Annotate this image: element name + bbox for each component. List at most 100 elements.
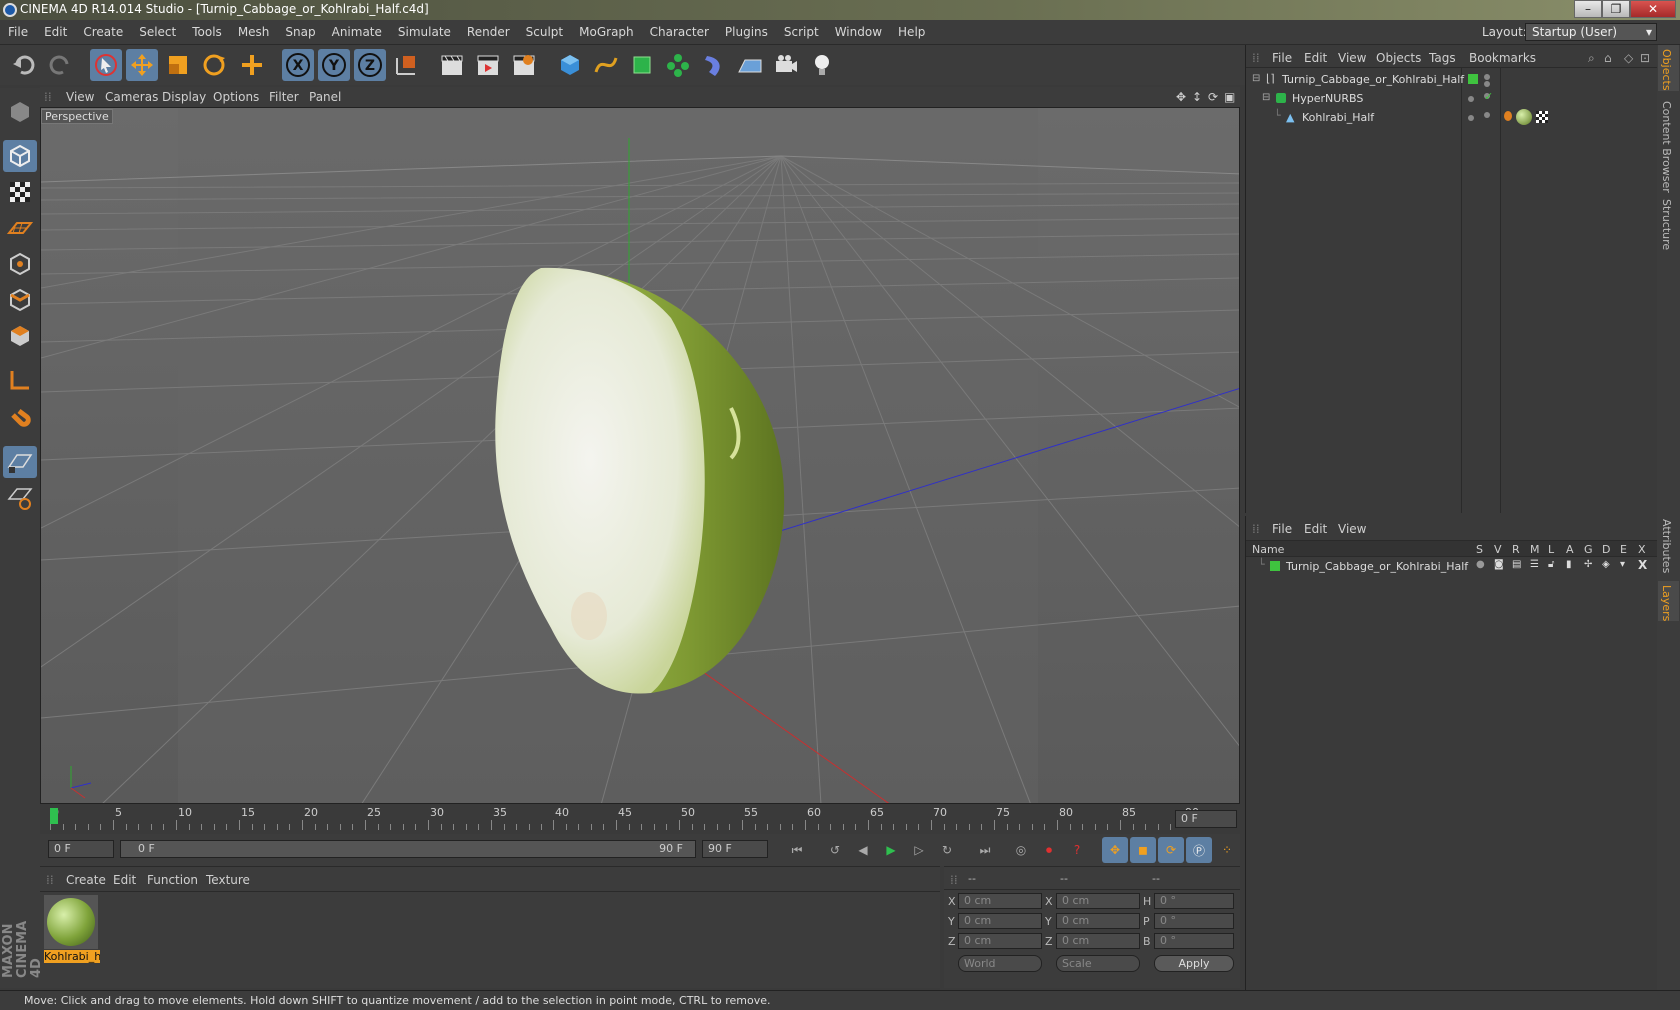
close-button[interactable]: ✕ <box>1630 0 1676 18</box>
current-frame-field[interactable]: 0 F <box>1175 810 1237 828</box>
menu-window[interactable]: Window <box>827 20 890 45</box>
pos-z-field[interactable]: 0 cm <box>958 933 1042 949</box>
layer-menu-file[interactable]: File <box>1272 522 1292 536</box>
size-x-field[interactable]: 0 cm <box>1056 893 1140 909</box>
viewport-menu-filter[interactable]: Filter <box>269 90 299 104</box>
x-axis-lock-button[interactable]: X <box>282 49 314 81</box>
make-editable-button[interactable] <box>3 96 37 128</box>
object-menu-bookmarks[interactable]: Bookmarks <box>1469 51 1536 65</box>
key-rotation-button[interactable]: ⟳ <box>1158 837 1184 863</box>
render-picture-viewer-button[interactable] <box>472 49 504 81</box>
expressions-column[interactable]: E <box>1620 543 1627 556</box>
end-frame-field[interactable]: 90 F <box>702 840 768 858</box>
world-select[interactable]: World <box>958 955 1042 972</box>
workplane-mode-button[interactable] <box>3 212 37 244</box>
cube-primitive-button[interactable] <box>554 49 586 81</box>
checkmark-icon[interactable]: ✓ <box>1484 90 1493 103</box>
viewport-pan-icon[interactable]: ✥ <box>1176 90 1186 104</box>
object-row[interactable]: ⊟ HyperNURBS ✓ <box>1246 90 1658 109</box>
key-scale-button[interactable]: ◼ <box>1130 837 1156 863</box>
tab-structure[interactable]: Structure <box>1660 199 1673 250</box>
live-selection-button[interactable] <box>90 49 122 81</box>
next-key-button[interactable]: ↻ <box>934 837 960 863</box>
material-menu-edit[interactable]: Edit <box>113 873 136 887</box>
object-menu-objects[interactable]: Objects <box>1376 51 1421 65</box>
material-menu-texture[interactable]: Texture <box>206 873 250 887</box>
mograph-cloner-button[interactable] <box>662 49 694 81</box>
add-object-button[interactable] <box>236 49 268 81</box>
layer-menu-edit[interactable]: Edit <box>1304 522 1327 536</box>
scale-tool-button[interactable] <box>162 49 194 81</box>
layer-row[interactable]: └ Turnip_Cabbage_or_Kohlrabi_Half ● ◙ ▤ … <box>1246 558 1658 577</box>
light-button[interactable] <box>806 49 838 81</box>
object-row[interactable]: ⊟ ⌊⌉ Turnip_Cabbage_or_Kohlrabi_Half <box>1246 71 1658 90</box>
viewport-zoom-icon[interactable]: ↕ <box>1192 90 1202 104</box>
layout-select[interactable]: Startup (User) ▾ <box>1525 23 1657 41</box>
deformer-icon[interactable]: ◈ <box>1602 559 1610 570</box>
size-y-field[interactable]: 0 cm <box>1056 913 1140 929</box>
animation-icon[interactable]: ▮ <box>1566 559 1572 570</box>
manager-column[interactable]: M <box>1530 543 1540 556</box>
material-swatch[interactable]: Kohlrabi_h <box>42 893 100 963</box>
layer-color-swatch[interactable] <box>1270 561 1280 571</box>
edges-mode-button[interactable] <box>3 284 37 316</box>
manager-icon[interactable]: ☰ <box>1530 559 1539 570</box>
menu-simulate[interactable]: Simulate <box>390 20 459 45</box>
viewport-maximize-icon[interactable]: ▣ <box>1224 90 1235 104</box>
render-settings-button[interactable] <box>508 49 540 81</box>
pos-y-field[interactable]: 0 cm <box>958 913 1042 929</box>
autokey-button[interactable]: ⏺ <box>1036 837 1062 863</box>
camera-button[interactable] <box>770 49 802 81</box>
object-row[interactable]: └ ▲ Kohlrabi_Half <box>1246 109 1658 128</box>
menu-script[interactable]: Script <box>776 20 827 45</box>
viewport-menu-cameras[interactable]: Cameras <box>105 90 158 104</box>
redo-button[interactable] <box>44 49 76 81</box>
polygons-mode-button[interactable] <box>3 320 37 352</box>
next-frame-button[interactable]: ▷ <box>906 837 932 863</box>
playhead[interactable] <box>50 808 58 824</box>
nurbs-button[interactable] <box>626 49 658 81</box>
object-menu-view[interactable]: View <box>1338 51 1366 65</box>
spline-button[interactable] <box>590 49 622 81</box>
eye-icon[interactable]: ◙ <box>1494 559 1504 570</box>
texture-mode-button[interactable] <box>3 176 37 208</box>
material-menu-create[interactable]: Create <box>66 873 106 887</box>
go-to-start-button[interactable]: ⏮ <box>784 837 810 863</box>
home-icon[interactable]: ⌂ <box>1604 51 1612 65</box>
layer-menu-view[interactable]: View <box>1338 522 1366 536</box>
menu-plugins[interactable]: Plugins <box>717 20 776 45</box>
menu-character[interactable]: Character <box>642 20 717 45</box>
search-icon[interactable]: ⌕ <box>1588 51 1595 66</box>
render-icon[interactable]: ▤ <box>1512 559 1521 570</box>
key-pla-button[interactable]: ⁘ <box>1214 837 1240 863</box>
menu-tools[interactable]: Tools <box>184 20 230 45</box>
menu-snap[interactable]: Snap <box>277 20 323 45</box>
scale-select[interactable]: Scale <box>1056 955 1140 972</box>
axis-mode-button[interactable] <box>3 364 37 396</box>
key-param-button[interactable]: Ⓟ <box>1186 837 1212 863</box>
render-view-button[interactable] <box>436 49 468 81</box>
menu-help[interactable]: Help <box>890 20 933 45</box>
previous-key-button[interactable]: ↺ <box>822 837 848 863</box>
collapse-icon[interactable]: ⊟ <box>1252 73 1260 84</box>
collapse-icon[interactable]: ⊟ <box>1262 92 1270 103</box>
3d-viewport[interactable] <box>40 107 1240 804</box>
viewport-menu-options[interactable]: Options <box>213 90 259 104</box>
previous-frame-button[interactable]: ◀ <box>850 837 876 863</box>
menu-mograph[interactable]: MoGraph <box>571 20 642 45</box>
start-frame-field[interactable]: 0 F <box>48 840 114 858</box>
model-mode-button[interactable] <box>3 140 37 172</box>
object-menu-tags[interactable]: Tags <box>1429 51 1456 65</box>
xref-icon[interactable]: X <box>1638 558 1647 572</box>
play-button[interactable]: ▶ <box>878 837 904 863</box>
lock-icon[interactable]: 🔓︎ <box>1548 559 1554 570</box>
move-tool-button[interactable] <box>126 49 158 81</box>
material-tag-icon[interactable] <box>1516 109 1532 125</box>
menu-mesh[interactable]: Mesh <box>230 20 278 45</box>
z-axis-lock-button[interactable]: Z <box>354 49 386 81</box>
menu-select[interactable]: Select <box>131 20 184 45</box>
menu-edit[interactable]: Edit <box>36 20 75 45</box>
minimize-button[interactable]: – <box>1574 0 1602 18</box>
generators-column[interactable]: G <box>1584 543 1593 556</box>
key-position-button[interactable]: ✥ <box>1102 837 1128 863</box>
